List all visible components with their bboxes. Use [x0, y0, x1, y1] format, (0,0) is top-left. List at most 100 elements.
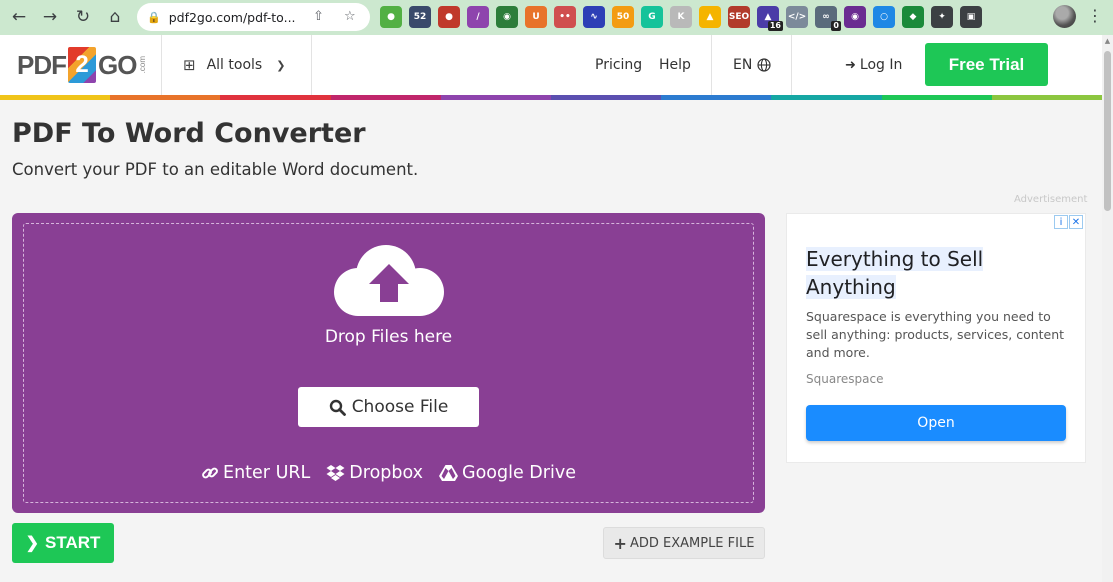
rainbow-segment [220, 95, 331, 100]
enter-url-label: Enter URL [223, 463, 311, 483]
bookmark-star-icon[interactable]: ☆ [344, 9, 356, 24]
adblock-ext-glyph: ● [445, 12, 453, 22]
grid-icon: ⊞ [183, 56, 196, 74]
lightbulb-ext-icon[interactable]: ● [380, 6, 402, 28]
grammarly-ext-glyph: G [648, 12, 656, 22]
link-icon [202, 467, 218, 479]
puzzle-ext-icon[interactable]: ✦ [931, 6, 953, 28]
seo-ext-glyph: 50 [616, 12, 630, 22]
rainbow-segment [551, 95, 662, 100]
grammarly-ext-icon[interactable]: G [641, 6, 663, 28]
kebab-menu-icon[interactable]: ⋮ [1087, 7, 1103, 25]
ad-controls: i ✕ [1053, 215, 1083, 229]
site-header: PDF 2 GO .com ⊞ All tools ❯ Pricing Help… [0, 35, 1102, 95]
link-ext-icon[interactable]: ∞ 0 [815, 6, 841, 31]
add-example-file-button[interactable]: + ADD EXAMPLE FILE [603, 527, 765, 559]
color-ext-icon[interactable]: ◉ [844, 6, 866, 28]
android-ext-icon[interactable]: ◆ [902, 6, 924, 28]
search-icon [329, 399, 346, 416]
free-trial-button[interactable]: Free Trial [925, 43, 1048, 86]
globe-ext-icon[interactable]: ◉ [496, 6, 518, 28]
pricing-link[interactable]: Pricing [595, 35, 642, 95]
address-bar[interactable]: 🔒 pdf2go.com/pdf-to... ⇧ ☆ [137, 3, 370, 31]
ad-info-icon[interactable]: i [1054, 215, 1068, 229]
page-subtitle: Convert your PDF to an editable Word doc… [12, 160, 419, 179]
start-label: START [45, 533, 101, 552]
feather-ext-glyph: ∕ [476, 12, 480, 22]
language-selector[interactable]: EN [733, 35, 771, 95]
start-button[interactable]: ❯ START [12, 523, 114, 563]
ad-description: Squarespace is everything you need to se… [806, 309, 1065, 360]
rainbow-segment [110, 95, 221, 100]
header-divider [791, 35, 792, 95]
sidepanel-ext-icon[interactable]: ▣ [960, 6, 982, 28]
counter-ext-glyph: 52 [413, 12, 427, 22]
language-label: EN [733, 57, 753, 73]
bell-ext-icon[interactable]: ▲ [699, 6, 721, 28]
reload-icon[interactable]: ↻ [69, 3, 97, 31]
forward-arrow-icon[interactable]: → [36, 3, 64, 31]
chart-ext-icon[interactable]: ∿ [583, 6, 605, 28]
circle-ext-glyph: ○ [880, 12, 888, 22]
counter-ext-icon[interactable]: 52 [409, 6, 431, 28]
back-arrow-icon[interactable]: ← [5, 3, 33, 31]
google-drive-label: Google Drive [462, 463, 576, 483]
chevron-right-icon: ❯ [25, 535, 39, 552]
home-icon[interactable]: ⌂ [101, 3, 129, 31]
circle-ext-icon[interactable]: ○ [873, 6, 895, 28]
ad-title-line2: Anything [806, 275, 896, 299]
google-drive-button[interactable]: Google Drive [439, 463, 576, 483]
login-link[interactable]: ➜ Log In [845, 35, 902, 95]
puzzle-ext-glyph: ✦ [938, 12, 946, 22]
adblock-ext-icon[interactable]: ● [438, 6, 460, 28]
scroll-up-icon[interactable]: ▲ [1102, 37, 1113, 45]
rainbow-segment [330, 95, 441, 100]
seo-tools-ext-icon[interactable]: SEO [728, 6, 750, 28]
header-divider [311, 35, 312, 95]
code-ext-icon[interactable]: </> [786, 6, 808, 28]
advertisement-box[interactable]: i ✕ Everything to Sell Anything Squaresp… [786, 213, 1086, 463]
k-ext-glyph: K [677, 12, 685, 22]
ad-title[interactable]: Everything to Sell Anything [806, 245, 1066, 301]
u-ext-icon[interactable]: U [525, 6, 547, 28]
sidepanel-ext-glyph: ▣ [966, 12, 976, 22]
rainbow-segment [440, 95, 552, 100]
chevron-down-icon: ❯ [276, 58, 286, 72]
drop-files-text: Drop Files here [324, 327, 453, 347]
cloud-upload-icon [334, 245, 444, 316]
page-title: PDF To Word Converter [12, 118, 366, 149]
logo-text-com: .com [138, 56, 148, 74]
file-dropzone[interactable]: Drop Files here Choose File Enter URL Dr… [12, 213, 765, 513]
pdf2go-logo[interactable]: PDF 2 GO .com [17, 46, 147, 84]
page-scrollbar[interactable]: ▲ [1102, 35, 1113, 582]
rainbow-segment [771, 95, 882, 100]
seo-ext-icon[interactable]: 50 [612, 6, 634, 28]
enter-url-button[interactable]: Enter URL [201, 463, 310, 483]
logo-text-go: GO [98, 49, 137, 80]
lock-icon: 🔒 [147, 10, 161, 24]
cap-ext-icon[interactable]: ▲ 16 [757, 6, 783, 31]
link-ext-glyph: ∞ [822, 12, 830, 22]
k-ext-icon[interactable]: K [670, 6, 692, 28]
dropbox-button[interactable]: Dropbox [326, 463, 423, 483]
share-icon[interactable]: ⇧ [313, 9, 324, 24]
dots-ext-icon[interactable]: •• [554, 6, 576, 28]
scroll-thumb[interactable] [1104, 51, 1111, 211]
all-tools-label: All tools [206, 57, 263, 73]
rainbow-stripe [0, 95, 1103, 100]
feather-ext-icon[interactable]: ∕ [467, 6, 489, 28]
ad-open-button[interactable]: Open [806, 405, 1066, 441]
rainbow-segment [991, 95, 1103, 100]
code-ext-glyph: </> [787, 12, 807, 22]
help-link[interactable]: Help [659, 35, 691, 95]
ad-close-icon[interactable]: ✕ [1069, 215, 1083, 229]
choose-file-button[interactable]: Choose File [298, 387, 479, 427]
color-ext-glyph: ◉ [851, 12, 859, 22]
all-tools-dropdown[interactable]: ⊞ All tools ❯ [183, 35, 285, 95]
u-ext-glyph: U [532, 12, 540, 22]
profile-avatar[interactable] [1053, 5, 1076, 28]
login-label: Log In [859, 57, 903, 73]
login-icon: ➜ [845, 57, 856, 73]
ad-brand: Squarespace [806, 372, 884, 386]
globe-ext-glyph: ◉ [503, 12, 511, 22]
